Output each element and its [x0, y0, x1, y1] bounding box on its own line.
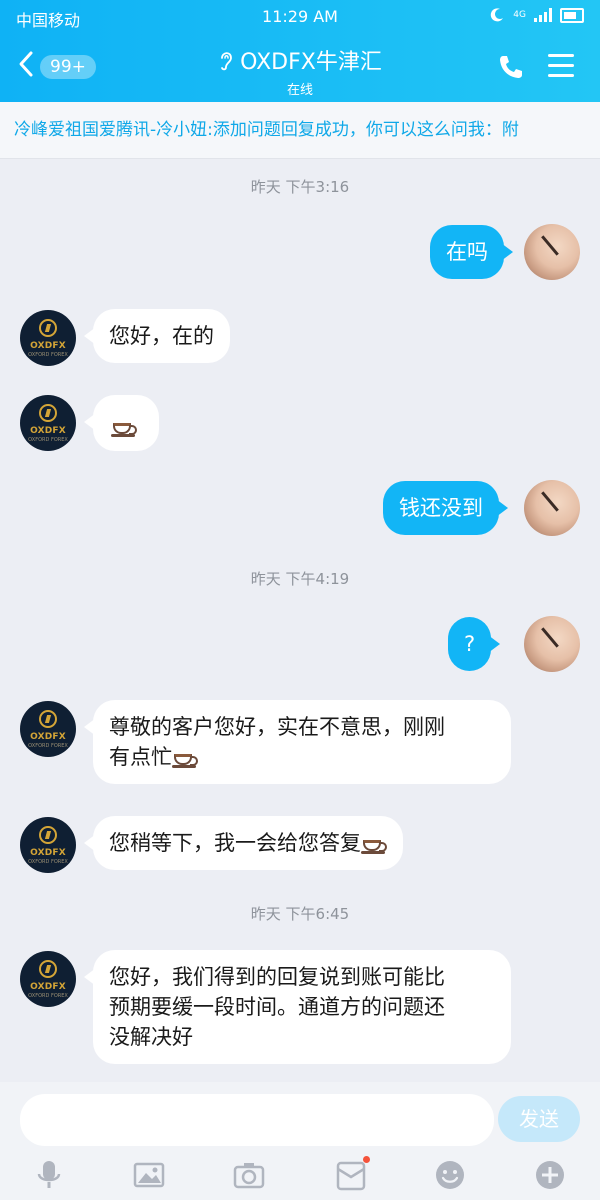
- avatar-brand: OXDFX: [30, 732, 66, 742]
- message-line: 有点忙: [109, 742, 495, 772]
- contact-avatar[interactable]: OXDFX OXFORD FOREX: [20, 951, 76, 1007]
- message-input[interactable]: [20, 1094, 494, 1146]
- logo-icon: [39, 960, 57, 978]
- contact-avatar[interactable]: OXDFX OXFORD FOREX: [20, 310, 76, 366]
- camera-icon[interactable]: [232, 1158, 266, 1192]
- avatar-brand: OXDFX: [30, 982, 66, 992]
- incoming-message[interactable]: 尊敬的客户您好，实在不意思，刚刚 有点忙: [84, 700, 511, 784]
- notice-ticker[interactable]: 冷峰爱祖国爱腾讯-冷小妞:添加问题回复成功，你可以这么问我：附: [0, 102, 600, 159]
- chat-header: 99+ OXDFX牛津汇 在线: [0, 34, 600, 102]
- timestamp: 昨天 下午6:45: [250, 905, 350, 923]
- battery-icon: [560, 7, 584, 23]
- logo-icon: [39, 404, 57, 422]
- red-packet-button[interactable]: [334, 1156, 370, 1192]
- logo-icon: [39, 826, 57, 844]
- contact-avatar[interactable]: OXDFX OXFORD FOREX: [20, 817, 76, 873]
- moon-icon: [491, 8, 504, 22]
- message-text: 您稍等下，我一会给您答复: [109, 831, 361, 855]
- logo-icon: [39, 319, 57, 337]
- plus-icon[interactable]: [533, 1158, 567, 1192]
- avatar-brand: OXDFX: [30, 341, 66, 351]
- ticker-text: 冷峰爱祖国爱腾讯-冷小妞:添加问题回复成功，你可以这么问我：附: [14, 120, 519, 140]
- notification-dot: [363, 1156, 370, 1163]
- message-line: 没解决好: [109, 1025, 193, 1049]
- outgoing-message[interactable]: 钱还没到: [383, 481, 508, 535]
- ear-icon: [221, 52, 233, 71]
- image-icon[interactable]: [132, 1158, 166, 1192]
- timestamp: 昨天 下午3:16: [250, 178, 350, 196]
- send-button[interactable]: 发送: [498, 1096, 580, 1142]
- outgoing-message[interactable]: ?: [448, 617, 501, 671]
- contact-name: OXDFX牛津汇: [240, 50, 382, 75]
- status-bar: 中国移动 11:29 AM 4G: [0, 0, 600, 34]
- incoming-message-emoji[interactable]: [84, 395, 159, 451]
- coffee-emoji-icon: [111, 417, 137, 437]
- contact-avatar[interactable]: OXDFX OXFORD FOREX: [20, 395, 76, 451]
- red-packet-icon: [336, 1161, 366, 1191]
- avatar-brand: OXDFX: [30, 426, 66, 436]
- coffee-emoji-icon: [172, 748, 198, 768]
- incoming-message[interactable]: 您好，我们得到的回复说到账可能比 预期要缓一段时间。通道方的问题还 没解决好: [84, 950, 511, 1064]
- emoji-icon[interactable]: [433, 1158, 467, 1192]
- network-type: 4G: [513, 9, 526, 20]
- avatar-brand-sub: OXFORD FOREX: [28, 437, 68, 443]
- timestamp: 昨天 下午4:19: [250, 570, 350, 588]
- avatar-brand-sub: OXFORD FOREX: [28, 993, 68, 999]
- phone-icon[interactable]: [496, 52, 526, 82]
- user-avatar[interactable]: [524, 480, 580, 536]
- composer-toolbar: [0, 1154, 600, 1200]
- message-line: 您好，我们得到的回复说到账可能比: [109, 965, 445, 989]
- user-avatar[interactable]: [524, 616, 580, 672]
- avatar-brand-sub: OXFORD FOREX: [28, 743, 68, 749]
- status-icons: 4G: [489, 7, 584, 23]
- incoming-message[interactable]: 您好，在的: [84, 309, 230, 363]
- outgoing-message[interactable]: 在吗: [430, 225, 513, 279]
- avatar-brand-sub: OXFORD FOREX: [28, 352, 68, 358]
- signal-icon: [534, 8, 552, 22]
- composer: 发送: [0, 1082, 600, 1200]
- microphone-icon[interactable]: [32, 1158, 66, 1192]
- user-avatar[interactable]: [524, 224, 580, 280]
- incoming-message[interactable]: 您稍等下，我一会给您答复: [84, 816, 403, 870]
- coffee-emoji-icon: [361, 834, 387, 854]
- avatar-brand: OXDFX: [30, 848, 66, 858]
- message-line: 预期要缓一段时间。通道方的问题还: [109, 995, 445, 1019]
- menu-icon[interactable]: [548, 54, 574, 78]
- avatar-brand-sub: OXFORD FOREX: [28, 859, 68, 865]
- logo-icon: [39, 710, 57, 728]
- contact-avatar[interactable]: OXDFX OXFORD FOREX: [20, 701, 76, 757]
- message-line: 尊敬的客户您好，实在不意思，刚刚: [109, 715, 445, 739]
